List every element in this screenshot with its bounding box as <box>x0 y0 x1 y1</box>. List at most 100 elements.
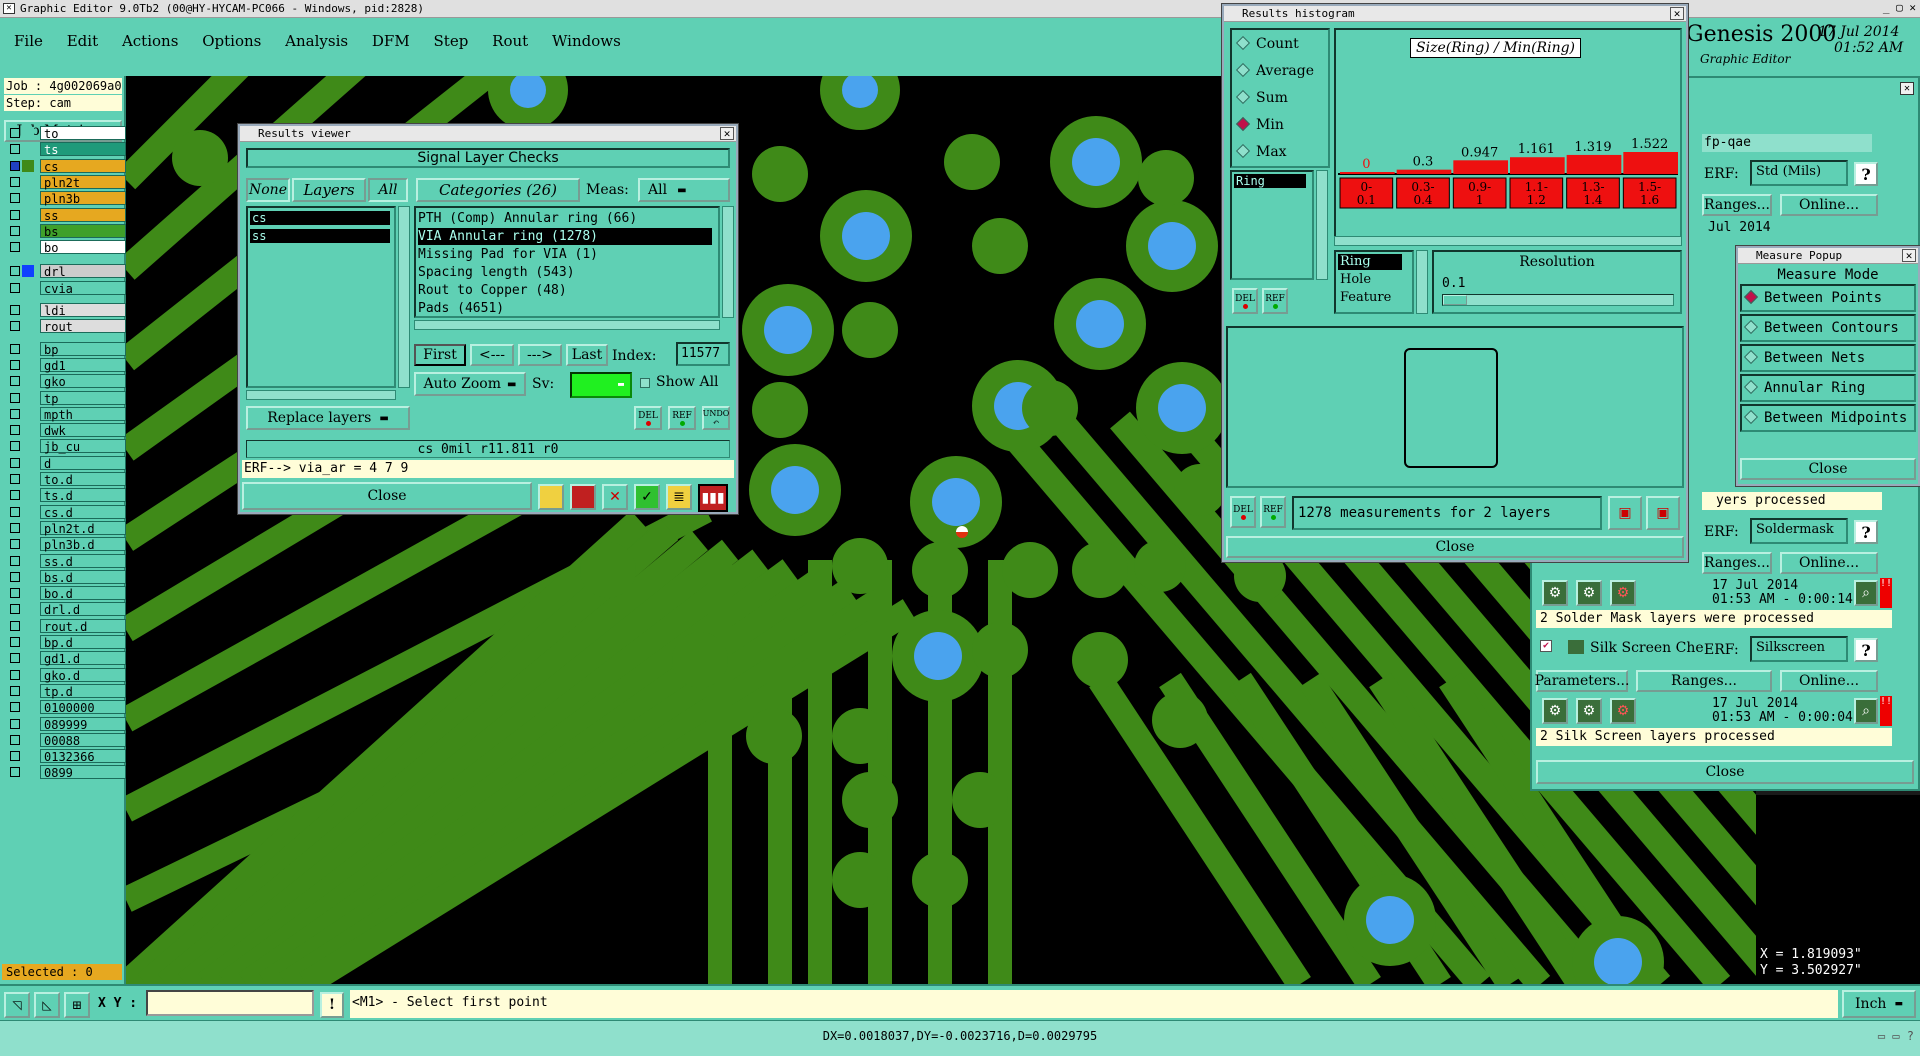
zoom-icon-b[interactable]: ⌕ <box>1854 698 1878 724</box>
layer-row-pln2t.d[interactable]: pln2t.d <box>6 520 126 536</box>
panel-close-button[interactable]: Close <box>1536 760 1914 784</box>
ranges-button-2[interactable]: Ranges... <box>1702 552 1772 574</box>
snap-icon-1[interactable]: ◹ <box>4 992 30 1018</box>
layer-row-bs.d[interactable]: bs.d <box>6 569 126 585</box>
layer-row-jb_cu[interactable]: jb_cu <box>6 439 126 454</box>
run-icon-b3[interactable]: ⚙ <box>1610 698 1636 724</box>
mp-mode-between-nets[interactable]: Between Nets <box>1740 344 1916 372</box>
run-icon-a2[interactable]: ⚙ <box>1576 580 1602 606</box>
hist-bar[interactable] <box>1623 152 1678 174</box>
std-field[interactable]: Std (Mils) <box>1750 160 1848 186</box>
rv-category-item[interactable]: Rout to Copper (48) <box>418 282 567 299</box>
layer-checkbox[interactable] <box>10 734 20 745</box>
layer-checkbox[interactable] <box>10 767 20 778</box>
layer-row-ts[interactable]: ts <box>6 142 126 157</box>
rv-all-button[interactable]: All <box>368 178 408 202</box>
rv-layer-item[interactable]: cs <box>250 211 390 225</box>
rv-none-button[interactable]: None <box>246 178 290 202</box>
layer-row-pln3b[interactable]: pln3b <box>6 191 126 206</box>
help-button-3[interactable]: ? <box>1854 638 1878 662</box>
layer-row-ss[interactable]: ss <box>6 207 126 223</box>
online-button-2[interactable]: Online... <box>1780 552 1878 574</box>
hist-close-x[interactable]: ✕ <box>1670 7 1684 20</box>
layer-row-bp.d[interactable]: bp.d <box>6 635 126 650</box>
hist-ref-button-2[interactable]: REF <box>1260 496 1286 528</box>
layer-row-089999[interactable]: 089999 <box>6 716 126 732</box>
layer-icon-yellow[interactable] <box>538 484 564 510</box>
layer-row-rout.d[interactable]: rout.d <box>6 618 126 634</box>
layer-checkbox[interactable] <box>10 751 20 762</box>
layer-row-00088[interactable]: 00088 <box>6 732 126 748</box>
hist-mode-average[interactable]: Average <box>1235 62 1314 79</box>
menu-edit[interactable]: Edit <box>59 18 106 64</box>
hist-del-button[interactable]: DEL <box>1232 288 1258 314</box>
layer-checkbox[interactable] <box>10 457 20 468</box>
rv-ref-button[interactable]: REF <box>668 406 696 430</box>
hist-bar[interactable] <box>1396 169 1452 174</box>
menu-rout[interactable]: Rout <box>484 18 536 64</box>
layer-checkbox[interactable] <box>10 242 20 253</box>
hist-mode-sum[interactable]: Sum <box>1235 89 1288 106</box>
hist-ring-scrollbar[interactable] <box>1316 170 1328 280</box>
layer-checkbox[interactable] <box>10 425 20 436</box>
run-icon-b2[interactable]: ⚙ <box>1576 698 1602 724</box>
ranges-button-1[interactable]: Ranges... <box>1702 194 1772 216</box>
hist-attr-list[interactable]: Ring Hole Feature <box>1334 250 1414 314</box>
layer-checkbox[interactable] <box>10 604 20 615</box>
online-button-1[interactable]: Online... <box>1780 194 1878 216</box>
soldermask-field[interactable]: Soldermask <box>1750 518 1848 544</box>
layer-row-0100000[interactable]: 0100000 <box>6 700 126 715</box>
hist-ring-item[interactable]: Ring <box>1234 174 1306 188</box>
hist-bar[interactable] <box>1566 154 1622 174</box>
layer-checkbox[interactable] <box>10 685 20 696</box>
parameters-button[interactable]: Parameters... <box>1535 670 1629 692</box>
layer-row-to[interactable]: to <box>6 126 126 141</box>
rv-category-hscroll[interactable] <box>414 320 720 330</box>
rv-close-button[interactable]: Close <box>242 482 532 510</box>
layer-row-tp.d[interactable]: tp.d <box>6 683 126 699</box>
layer-checkbox[interactable] <box>10 343 20 354</box>
hist-export-icon-2[interactable]: ▣ <box>1646 496 1680 530</box>
rv-replace-layers-dropdown[interactable]: Replace layers ▬ <box>246 406 410 430</box>
layer-row-bo[interactable]: bo <box>6 240 126 255</box>
hist-attr-item[interactable]: Feature <box>1340 290 1391 305</box>
layer-checkbox[interactable] <box>10 522 20 533</box>
rv-index-input[interactable]: 11577 <box>676 342 730 366</box>
menu-step[interactable]: Step <box>426 18 477 64</box>
hist-bar[interactable] <box>1453 160 1508 174</box>
layer-row-ss.d[interactable]: ss.d <box>6 553 126 569</box>
mp-mode-between-contours[interactable]: Between Contours <box>1740 314 1916 342</box>
check-icon[interactable]: ✓ <box>634 484 660 510</box>
rv-category-item[interactable]: Pads (4651) <box>418 300 504 317</box>
rv-category-item-selected[interactable]: VIA Annular ring (1278) <box>418 228 712 245</box>
rv-categories-button[interactable]: Categories (26) <box>416 178 580 202</box>
mp-mode-annular-ring[interactable]: Annular Ring <box>1740 374 1916 402</box>
hist-bar[interactable] <box>1340 172 1395 174</box>
rv-close-x[interactable]: ✕ <box>720 127 734 140</box>
layer-checkbox[interactable] <box>10 555 20 566</box>
slider-thumb[interactable] <box>1443 295 1467 305</box>
rv-category-item[interactable]: PTH (Comp) Annular ring (66) <box>418 210 637 227</box>
hist-chart-hscroll[interactable] <box>1334 236 1682 246</box>
layer-row-gko.d[interactable]: gko.d <box>6 667 126 683</box>
layer-checkbox[interactable] <box>10 359 20 370</box>
layer-checkbox[interactable] <box>10 376 20 387</box>
layer-row-pln2t[interactable]: pln2t <box>6 174 126 190</box>
layer-checkbox[interactable] <box>10 209 20 220</box>
layer-checkbox[interactable] <box>10 506 20 517</box>
layer-checkbox[interactable] <box>10 128 20 138</box>
menu-file[interactable]: File <box>6 18 51 64</box>
xy-input[interactable] <box>146 990 314 1016</box>
rv-meas-dropdown[interactable]: All ▬ <box>638 178 730 202</box>
layer-row-mpth[interactable]: mpth <box>6 406 126 422</box>
layer-row-to.d[interactable]: to.d <box>6 472 126 487</box>
layer-row-bp[interactable]: bp <box>6 341 126 357</box>
rv-category-item[interactable]: Spacing length (543) <box>418 264 575 281</box>
menu-analysis[interactable]: Analysis <box>277 18 356 64</box>
layer-icon-red[interactable] <box>570 484 596 510</box>
layer-checkbox[interactable] <box>10 225 20 236</box>
layer-checkbox[interactable] <box>10 408 20 419</box>
hist-bar[interactable] <box>1510 157 1565 174</box>
mp-mode-between-points[interactable]: Between Points <box>1740 284 1916 312</box>
layer-checkbox[interactable] <box>10 718 20 729</box>
